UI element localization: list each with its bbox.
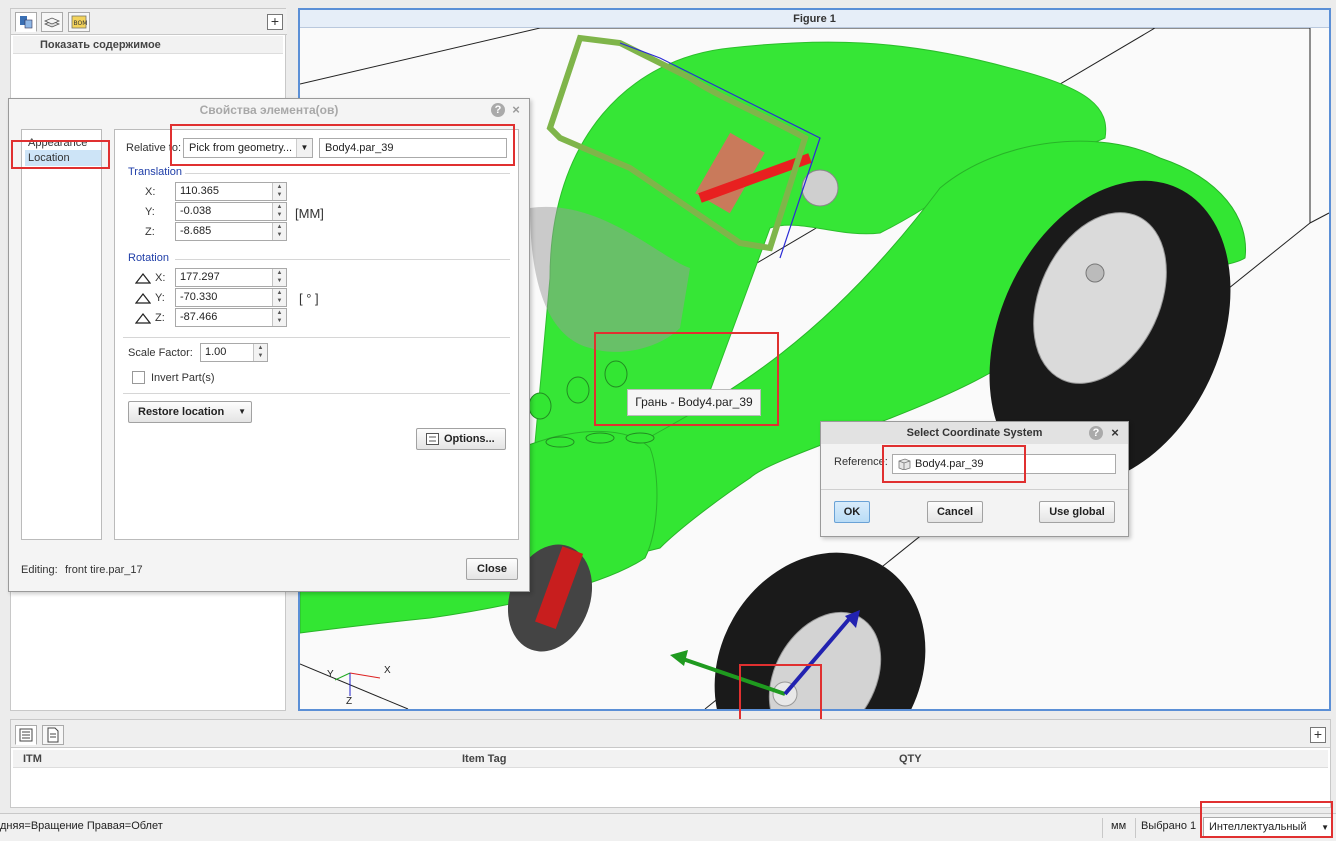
spin-arrows-icon[interactable]: ▲ ▼ xyxy=(272,289,286,306)
scale-factor-value: 1.00 xyxy=(205,346,227,358)
graphics-title: Figure 1 xyxy=(300,10,1329,28)
highlight-relative-to xyxy=(170,124,515,166)
translation-y-label: Y: xyxy=(145,206,155,218)
status-divider xyxy=(1102,818,1103,838)
angle-icon xyxy=(135,293,151,304)
spin-arrows-icon[interactable]: ▲ ▼ xyxy=(272,183,286,200)
rotation-y-label: Y: xyxy=(155,292,165,304)
spin-arrows-icon[interactable]: ▲ ▼ xyxy=(253,344,267,361)
highlight-location xyxy=(11,140,110,169)
options-label: Options... xyxy=(444,433,495,445)
section-divider xyxy=(175,259,510,260)
scale-factor-label: Scale Factor: xyxy=(128,347,193,359)
dialog-title: Свойства элемента(ов) xyxy=(199,103,339,117)
col-item-tag[interactable]: Item Tag xyxy=(462,750,506,768)
add-panel-button[interactable]: + xyxy=(1310,727,1326,743)
section-divider xyxy=(185,173,510,174)
highlight-reference xyxy=(882,445,1026,483)
options-icon xyxy=(426,433,439,445)
document-icon[interactable] xyxy=(42,725,64,745)
translation-z-label: Z: xyxy=(145,226,155,238)
rotation-unit: [ ° ] xyxy=(299,291,319,306)
bom-list-icon[interactable] xyxy=(15,725,37,745)
bom-panel: + ITM Item Tag QTY xyxy=(10,719,1331,808)
section-divider xyxy=(123,393,510,394)
translation-x-field[interactable]: 110.365 ▲ ▼ xyxy=(175,182,287,201)
tree-column-header: Показать содержимое xyxy=(13,36,283,54)
options-button[interactable]: Options... xyxy=(416,428,506,450)
spin-arrows-icon[interactable]: ▲ ▼ xyxy=(272,269,286,286)
translation-z-value: -8.685 xyxy=(180,225,212,237)
col-itm[interactable]: ITM xyxy=(23,750,42,768)
tree-tab-bar: BOM + xyxy=(11,9,287,35)
reference-label: Reference: xyxy=(834,456,888,468)
svg-text:BOM: BOM xyxy=(74,20,88,27)
layers-icon[interactable] xyxy=(41,12,63,32)
selection-tooltip: Грань - Body4.par_39 xyxy=(627,389,761,416)
close-icon[interactable]: × xyxy=(1108,426,1122,440)
cancel-button[interactable]: Cancel xyxy=(927,501,983,523)
restore-location-button[interactable]: Restore location ▼ xyxy=(128,401,252,423)
help-icon[interactable]: ? xyxy=(491,103,505,117)
triad-x-label: X xyxy=(384,665,391,676)
add-panel-button[interactable]: + xyxy=(267,14,283,30)
angle-icon xyxy=(135,313,151,324)
translation-x-value: 110.365 xyxy=(180,185,219,197)
translation-unit: [MM] xyxy=(295,206,324,221)
status-divider xyxy=(1135,818,1136,838)
translation-y-field[interactable]: -0.038 ▲ ▼ xyxy=(175,202,287,221)
rotation-x-value: 177.297 xyxy=(180,271,220,283)
chevron-down-icon: ▼ xyxy=(238,407,246,416)
rotation-z-field[interactable]: -87.466 ▲ ▼ xyxy=(175,308,287,327)
rotation-z-label: Z: xyxy=(155,312,165,324)
close-button[interactable]: Close xyxy=(466,558,518,580)
view-triad xyxy=(334,672,381,696)
y-arrow[interactable] xyxy=(670,650,688,666)
bom-table-header: ITM Item Tag QTY xyxy=(13,750,1328,768)
angle-icon xyxy=(135,273,151,284)
translation-x-label: X: xyxy=(145,186,156,198)
translation-y-value: -0.038 xyxy=(180,205,212,217)
status-bar: дняя=Вращение Правая=Облет мм Выбрано 1 … xyxy=(0,813,1336,841)
highlight-filter xyxy=(1200,801,1333,838)
translation-z-field[interactable]: -8.685 ▲ ▼ xyxy=(175,222,287,241)
bom-icon[interactable]: BOM xyxy=(68,12,90,32)
spin-arrows-icon[interactable]: ▲ ▼ xyxy=(272,309,286,326)
property-nav: Appearance Location xyxy=(21,129,102,540)
rotation-x-field[interactable]: 177.297 ▲ ▼ xyxy=(175,268,287,287)
triad-z-label: Z xyxy=(346,696,353,707)
invert-parts-checkbox[interactable] xyxy=(132,371,145,384)
ok-button[interactable]: OK xyxy=(834,501,870,523)
editing-label: Editing: xyxy=(21,564,58,576)
model-tree-icon[interactable] xyxy=(15,12,37,32)
invert-parts-label: Invert Part(s) xyxy=(151,372,215,384)
translation-section-title: Translation xyxy=(128,166,183,178)
use-global-button[interactable]: Use global xyxy=(1039,501,1115,523)
triad-y-label: Y xyxy=(327,669,334,680)
mouse-hint: дняя=Вращение Правая=Облет xyxy=(0,820,163,832)
properties-dialog[interactable]: Свойства элемента(ов) ? × Appearance Loc… xyxy=(8,98,530,592)
rotation-z-value: -87.466 xyxy=(180,311,218,323)
rotation-y-value: -70.330 xyxy=(180,291,218,303)
spin-arrows-icon[interactable]: ▲ ▼ xyxy=(272,203,286,220)
bom-tab-bar: + xyxy=(11,720,1330,748)
rotation-x-label: X: xyxy=(155,272,166,284)
rear-hub xyxy=(1085,263,1105,283)
restore-location-label: Restore location xyxy=(138,406,225,418)
selection-count: Выбрано 1 xyxy=(1141,820,1197,832)
dialog-title: Select Coordinate System xyxy=(821,422,1128,444)
rotation-section-title: Rotation xyxy=(128,252,169,264)
editing-value: front tire.par_17 xyxy=(65,564,143,576)
dialog-divider xyxy=(821,489,1128,490)
scale-factor-field[interactable]: 1.00 ▲ ▼ xyxy=(200,343,268,362)
help-icon[interactable]: ? xyxy=(1089,426,1103,440)
units-label: мм xyxy=(1111,820,1127,832)
close-icon[interactable]: × xyxy=(509,103,523,117)
location-panel: Relative to: Pick from geometry... ▼ Bod… xyxy=(114,129,519,540)
section-divider xyxy=(123,337,510,338)
rotation-y-field[interactable]: -70.330 ▲ ▼ xyxy=(175,288,287,307)
spin-arrows-icon[interactable]: ▲ ▼ xyxy=(272,223,286,240)
col-qty[interactable]: QTY xyxy=(899,750,922,768)
